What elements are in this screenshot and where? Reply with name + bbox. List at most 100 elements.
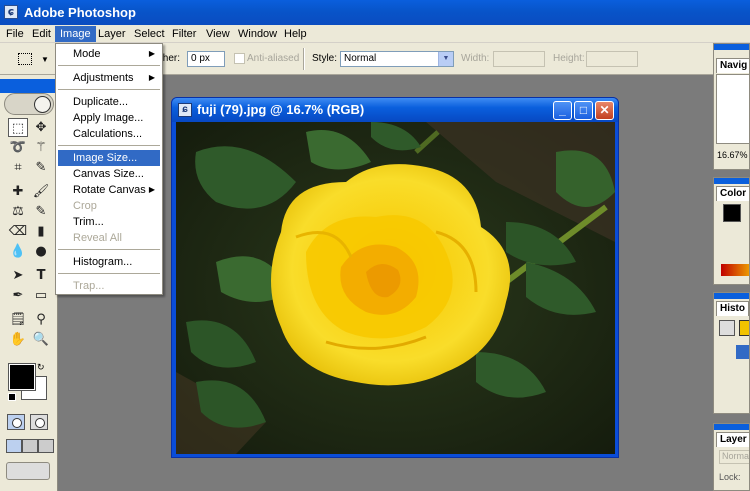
standard-screen-mode-button[interactable] xyxy=(6,439,22,453)
anti-aliased-label: Anti-aliased xyxy=(247,53,300,64)
color-ramp[interactable] xyxy=(721,264,749,276)
menu-item-image-size[interactable]: Image Size... xyxy=(58,150,160,166)
chevron-down-icon[interactable]: ▼ xyxy=(438,52,453,66)
menu-select[interactable]: Select xyxy=(129,26,170,42)
menu-item-calculations[interactable]: Calculations... xyxy=(58,126,160,142)
magic-wand-tool-icon[interactable]: ⚚ xyxy=(31,138,51,157)
anti-aliased-checkbox[interactable] xyxy=(234,53,245,64)
menu-edit[interactable]: Edit xyxy=(27,26,56,42)
eye-logo-icon[interactable] xyxy=(4,93,54,115)
document-titlebar[interactable]: ɕ fuji (79).jpg @ 16.7% (RGB) _ □ ✕ xyxy=(172,98,618,122)
lasso-tool-icon[interactable]: ➰ xyxy=(8,138,28,157)
menu-file[interactable]: File xyxy=(1,26,29,42)
swap-colors-icon[interactable]: ↻ xyxy=(37,362,45,373)
notes-tool-icon[interactable]: 🗒 xyxy=(8,310,28,329)
slice-tool-icon[interactable]: ✎ xyxy=(31,158,51,177)
app-title: Adobe Photoshop xyxy=(24,5,136,20)
image-canvas[interactable] xyxy=(176,122,615,454)
menu-item-reveal-all[interactable]: Reveal All xyxy=(58,230,160,246)
menu-layer[interactable]: Layer xyxy=(93,26,131,42)
rectangular-marquee-tool-icon[interactable]: ⬚ xyxy=(8,118,28,137)
width-input[interactable] xyxy=(493,51,545,67)
feather-input[interactable]: 0 px xyxy=(187,51,225,67)
palette-titlebar[interactable] xyxy=(714,44,749,50)
type-tool-icon[interactable]: T xyxy=(31,266,51,285)
history-tab[interactable]: Histo xyxy=(716,301,749,316)
move-tool-icon[interactable]: ✥ xyxy=(31,118,51,137)
menu-item-adjustments[interactable]: Adjustments ▶ xyxy=(58,70,160,86)
navigator-tab[interactable]: Navig xyxy=(716,58,749,73)
app-titlebar: ɕ Adobe Photoshop xyxy=(0,0,750,25)
navigator-palette: Navig 16.67% xyxy=(713,43,750,170)
history-brush-tool-icon[interactable]: ✎ xyxy=(31,202,51,221)
menu-item-duplicate[interactable]: Duplicate... xyxy=(58,94,160,110)
color-swatch[interactable] xyxy=(723,204,741,222)
preset-arrow-icon[interactable]: ▼ xyxy=(41,55,49,64)
menu-image[interactable]: Image xyxy=(55,26,96,42)
menu-view[interactable]: View xyxy=(201,26,235,42)
history-snapshot-icon[interactable] xyxy=(719,320,735,336)
menu-item-rotate-canvas[interactable]: Rotate Canvas ▶ xyxy=(58,182,160,198)
menu-item-trim[interactable]: Trim... xyxy=(58,214,160,230)
menu-window[interactable]: Window xyxy=(233,26,282,42)
eyedropper-tool-icon[interactable]: ⚲ xyxy=(31,310,51,329)
tool-palette: ⬚ ✥ ➰ ⚚ ⌗ ✎ ✚ 🖌 ⚖ ✎ ⌫ ▮ 💧 ● ➤ T ✒ ▭ 🗒 ⚲ … xyxy=(0,75,58,491)
photoshop-doc-icon[interactable]: ɕ xyxy=(178,103,192,117)
full-screen-mode-button[interactable] xyxy=(38,439,54,453)
minimize-button[interactable]: _ xyxy=(553,101,572,120)
history-state-row[interactable] xyxy=(736,345,749,359)
navigator-zoom-value[interactable]: 16.67% xyxy=(717,150,748,160)
menu-filter[interactable]: Filter xyxy=(167,26,201,42)
hand-tool-icon[interactable]: ✋ xyxy=(8,330,28,349)
style-select[interactable]: Normal ▼ xyxy=(340,51,454,67)
menu-item-crop[interactable]: Crop xyxy=(58,198,160,214)
foreground-color-swatch[interactable] xyxy=(8,363,36,391)
color-tab[interactable]: Color xyxy=(716,186,749,201)
layers-palette: Layer Norma Lock: xyxy=(713,423,750,491)
photoshop-icon[interactable]: ɕ xyxy=(4,5,18,19)
crop-tool-icon[interactable]: ⌗ xyxy=(8,158,28,177)
path-selection-tool-icon[interactable]: ➤ xyxy=(8,266,28,285)
healing-brush-tool-icon[interactable]: ✚ xyxy=(8,182,28,201)
full-screen-menu-mode-button[interactable] xyxy=(22,439,38,453)
menu-item-apply-image[interactable]: Apply Image... xyxy=(58,110,160,126)
color-palette: Color xyxy=(713,177,750,285)
menu-item-trap[interactable]: Trap... xyxy=(58,278,160,294)
zoom-tool-icon[interactable]: 🔍 xyxy=(31,330,51,349)
menu-item-label: Rotate Canvas xyxy=(73,184,146,196)
maximize-button[interactable]: □ xyxy=(574,101,593,120)
clone-stamp-tool-icon[interactable]: ⚖ xyxy=(8,202,28,221)
menu-help[interactable]: Help xyxy=(279,26,312,42)
quick-mask-mode-button[interactable] xyxy=(30,414,48,430)
history-thumbnail[interactable] xyxy=(739,320,749,336)
menu-item-histogram[interactable]: Histogram... xyxy=(58,254,160,270)
document-window: ɕ fuji (79).jpg @ 16.7% (RGB) _ □ ✕ xyxy=(171,97,619,458)
dodge-tool-icon[interactable]: ● xyxy=(31,242,51,261)
default-colors-icon[interactable] xyxy=(8,393,16,401)
rectangular-marquee-preset-icon[interactable] xyxy=(18,53,32,65)
brush-tool-icon[interactable]: 🖌 xyxy=(31,182,51,201)
gradient-tool-icon[interactable]: ▮ xyxy=(31,222,51,241)
menu-item-canvas-size[interactable]: Canvas Size... xyxy=(58,166,160,182)
layers-lock-label: Lock: xyxy=(719,472,741,482)
close-button[interactable]: ✕ xyxy=(595,101,614,120)
palette-titlebar[interactable] xyxy=(714,178,749,184)
blur-tool-icon[interactable]: 💧 xyxy=(8,242,28,261)
pen-tool-icon[interactable]: ✒ xyxy=(8,286,28,305)
layers-tab[interactable]: Layer xyxy=(716,432,749,447)
document-title: fuji (79).jpg @ 16.7% (RGB) xyxy=(197,102,365,117)
height-input[interactable] xyxy=(586,51,638,67)
height-label: Height: xyxy=(553,53,585,64)
standard-mode-button[interactable] xyxy=(7,414,25,430)
jump-to-imageready-button[interactable] xyxy=(6,462,50,480)
menu-item-mode[interactable]: Mode ▶ xyxy=(58,46,160,62)
layers-blend-mode-select[interactable]: Norma xyxy=(719,450,749,464)
menu-item-label: Adjustments xyxy=(73,72,134,84)
history-palette: Histo xyxy=(713,292,750,414)
eraser-tool-icon[interactable]: ⌫ xyxy=(8,222,28,241)
palette-titlebar[interactable] xyxy=(714,293,749,299)
tool-palette-header[interactable] xyxy=(0,79,58,93)
shape-tool-icon[interactable]: ▭ xyxy=(31,286,51,305)
submenu-arrow-icon: ▶ xyxy=(148,49,155,58)
palette-titlebar[interactable] xyxy=(714,424,749,430)
